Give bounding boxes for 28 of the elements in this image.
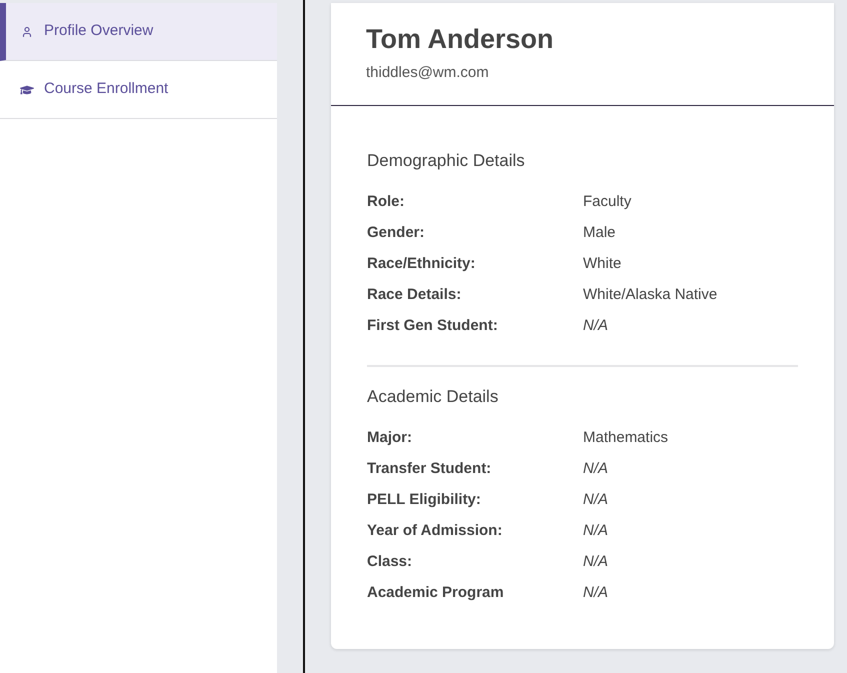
field-value: Mathematics xyxy=(583,428,668,448)
field-value: N/A xyxy=(583,552,608,572)
field-value: N/A xyxy=(583,490,608,510)
field-label: Race Details: xyxy=(367,285,462,306)
field-label: Role: xyxy=(367,192,406,212)
field-label: Year of Admission: xyxy=(367,521,504,542)
field-label: Academic Program xyxy=(367,583,505,604)
section-title: Academic Details xyxy=(367,386,498,408)
field-label: Major: xyxy=(367,428,413,448)
field-label: Class: xyxy=(367,552,414,572)
profile-email: thiddles@wm.com xyxy=(366,63,489,83)
field-value: N/A xyxy=(583,316,608,336)
field-value: N/A xyxy=(583,459,608,480)
field-value: Faculty xyxy=(583,192,632,212)
field-value: N/A xyxy=(583,583,608,604)
field-label: Race/Ethnicity: xyxy=(367,254,476,274)
sidebar-item[interactable]: Profile Overview xyxy=(0,3,277,61)
field-value: White/Alaska Native xyxy=(583,285,718,306)
field-value: Male xyxy=(583,223,616,244)
field-value: White xyxy=(583,254,622,274)
field-label: PELL Eligibility: xyxy=(367,490,482,510)
field-label: First Gen Student: xyxy=(367,316,499,336)
field-label: Transfer Student: xyxy=(367,459,492,480)
person-icon xyxy=(21,26,33,38)
section-title: Demographic Details xyxy=(367,150,525,172)
field-value: N/A xyxy=(583,521,608,542)
profile-name: Tom Anderson xyxy=(366,23,554,55)
field-label: Gender: xyxy=(367,223,426,244)
